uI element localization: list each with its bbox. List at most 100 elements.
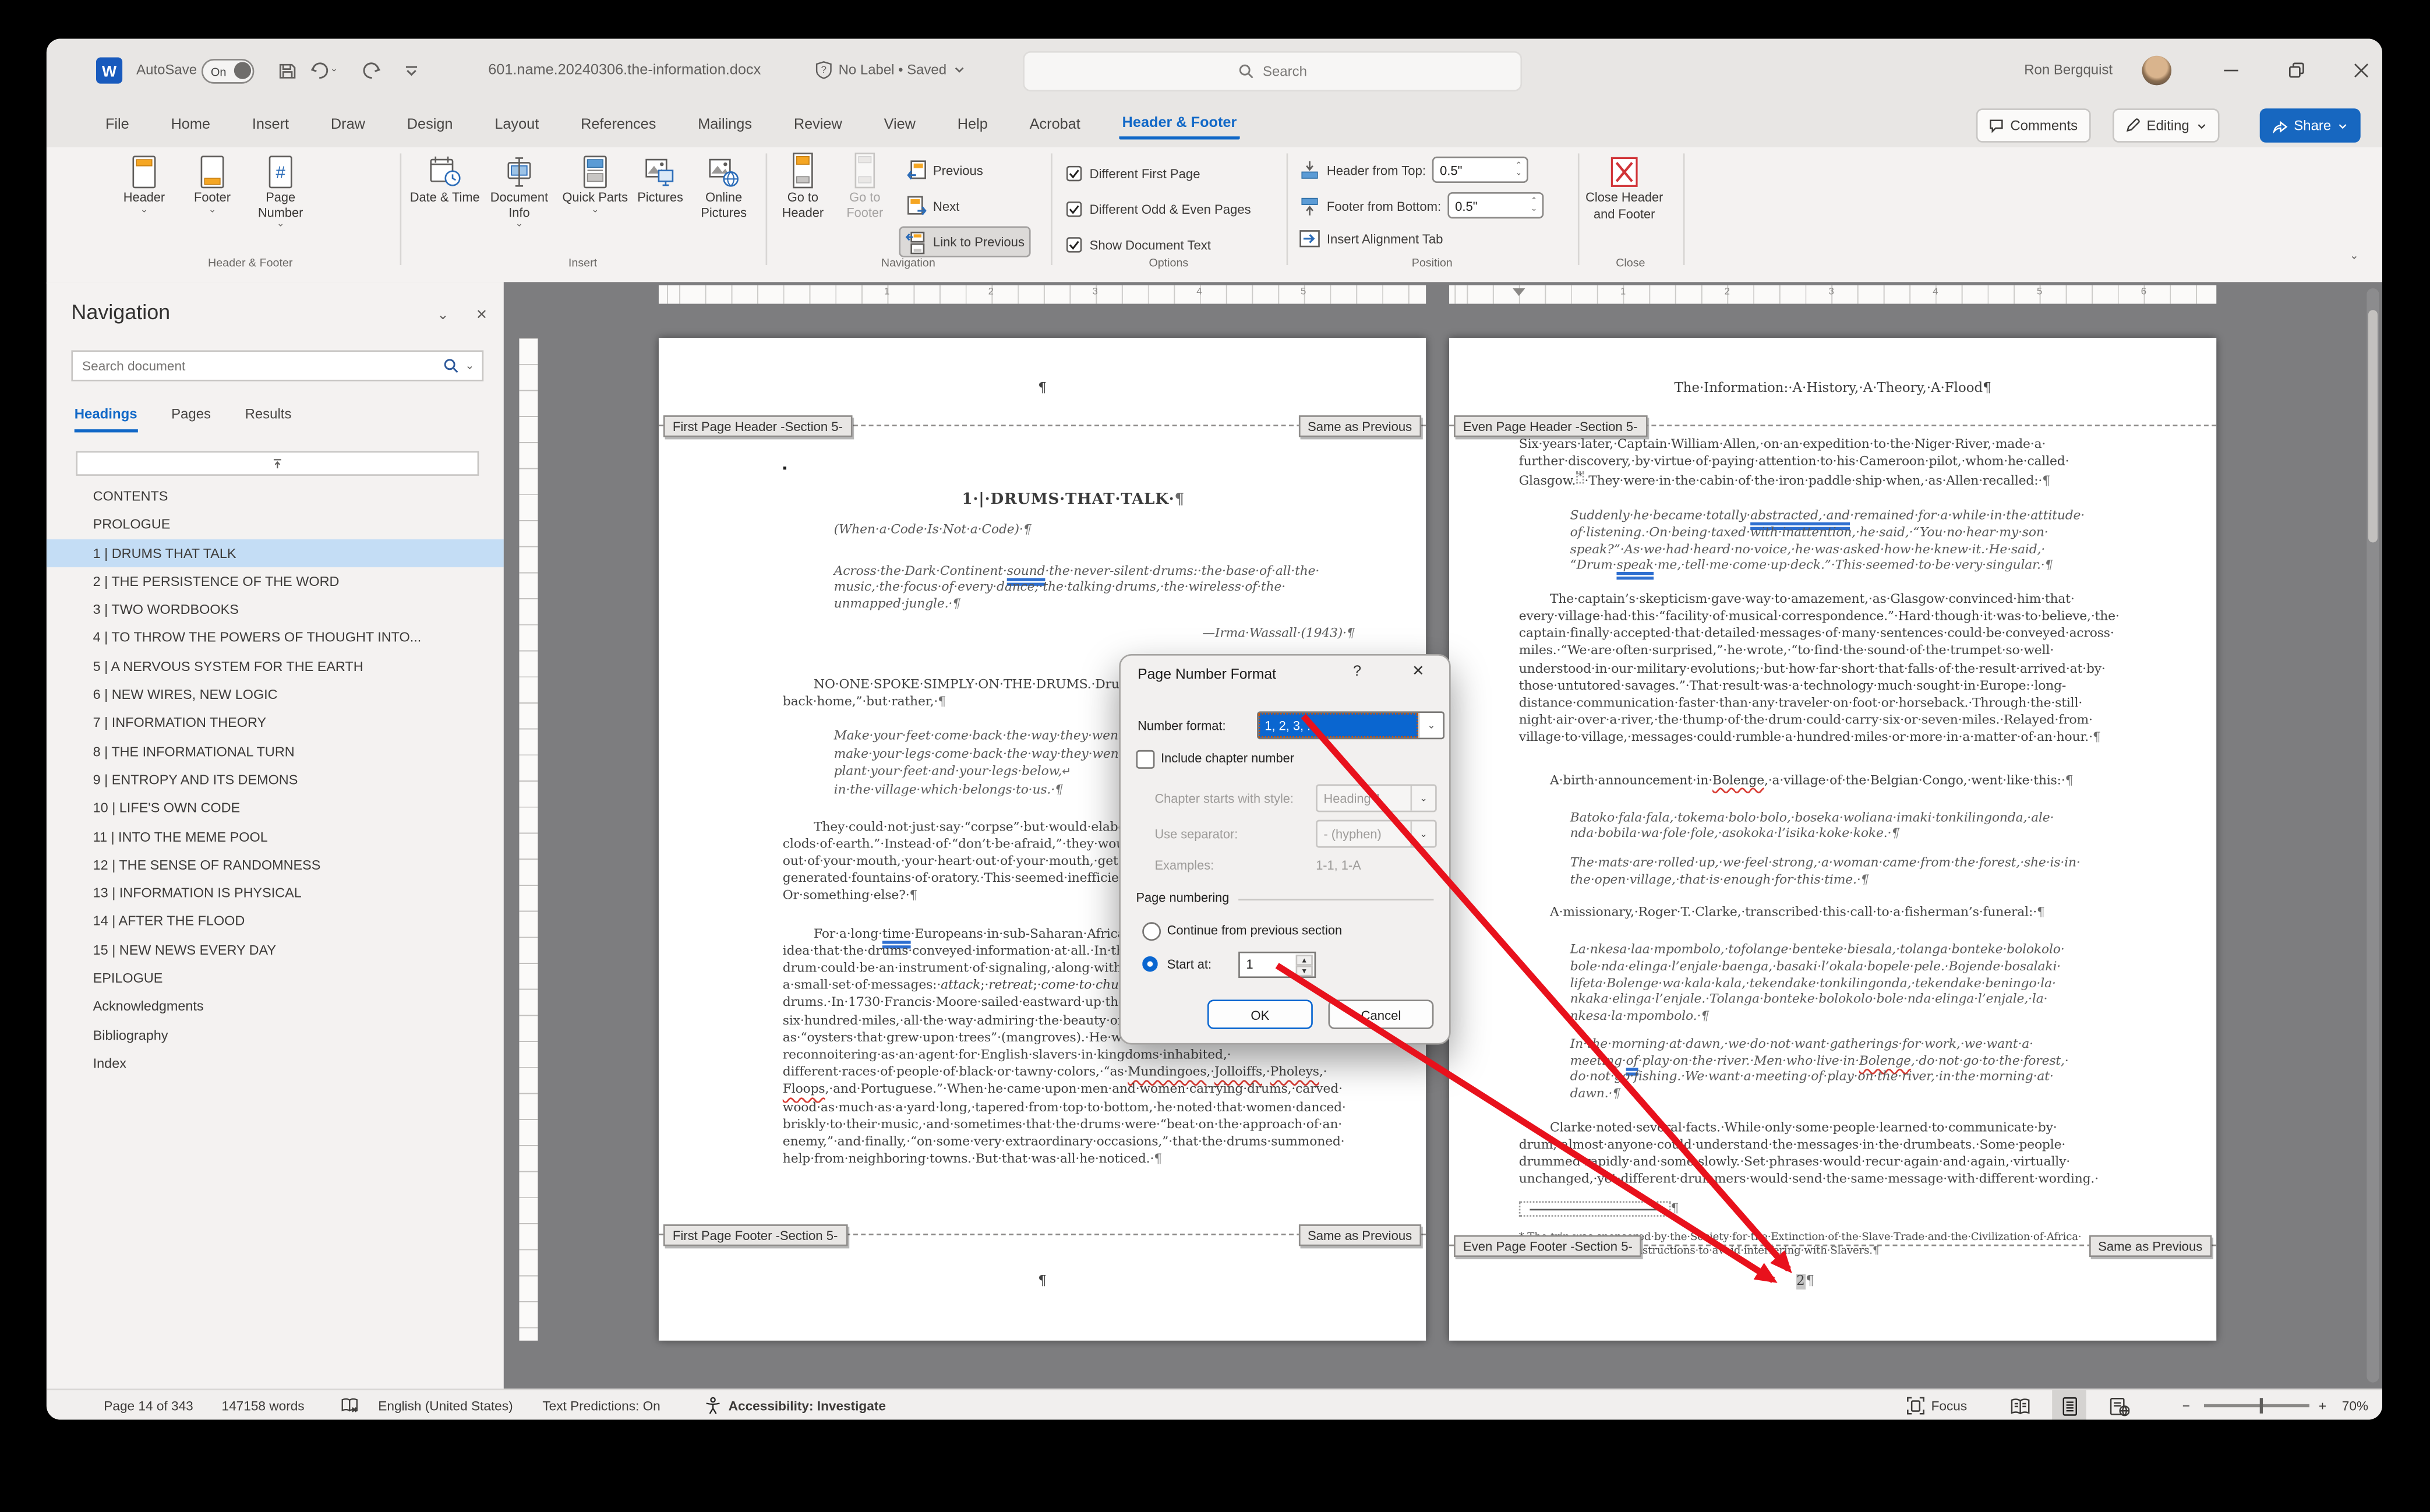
heading-item[interactable]: 7 | INFORMATION THEORY — [47, 709, 504, 737]
page-right[interactable]: The·Information:·A·History,·A·Theory,·A·… — [1449, 338, 2217, 1341]
ribbon-tab[interactable]: Layout — [492, 111, 542, 137]
focus-button[interactable]: Focus — [1906, 1390, 1967, 1420]
proofing-icon[interactable] — [341, 1390, 359, 1420]
ribbon-tab[interactable]: Review — [791, 111, 846, 137]
heading-item[interactable]: 13 | INFORMATION IS PHYSICAL — [47, 879, 504, 907]
option-checkbox[interactable]: Different First Page — [1066, 155, 1251, 190]
ribbon-tab[interactable]: Help — [954, 111, 991, 137]
heading-item[interactable]: 8 | THE INFORMATIONAL TURN — [47, 737, 504, 766]
navigation-search-input[interactable]: Search document ⌄ — [71, 350, 484, 381]
jump-to-top-button[interactable] — [76, 451, 479, 476]
avatar[interactable] — [2142, 55, 2172, 86]
cancel-button[interactable]: Cancel — [1328, 999, 1434, 1029]
dialog-close-button[interactable]: ✕ — [1412, 663, 1424, 680]
ribbon-tab[interactable]: References — [578, 111, 659, 137]
page-number-button[interactable]: # Page Number ⌄ — [245, 152, 316, 229]
autosave-toggle[interactable]: On — [201, 59, 255, 84]
heading-item[interactable]: 11 | INTO THE MEME POOL — [47, 822, 504, 851]
indent-marker[interactable] — [1513, 288, 1525, 296]
link-to-previous-button[interactable]: Link to Previous — [899, 226, 1031, 257]
search-input[interactable]: Search — [1023, 51, 1523, 91]
heading-item[interactable]: CONTENTS — [47, 482, 504, 511]
read-mode-button[interactable] — [2002, 1390, 2037, 1420]
header-from-top-input[interactable]: 0.5" ⌃ ⌄ — [1432, 156, 1528, 183]
online-pictures-button[interactable]: Online Pictures — [691, 152, 757, 220]
heading-item[interactable]: Index — [47, 1049, 504, 1078]
ribbon-tab[interactable]: Home — [168, 111, 213, 137]
user-name[interactable]: Ron Bergquist — [2024, 39, 2113, 101]
collapse-ribbon-chevron-icon[interactable]: ⌄ — [2350, 249, 2359, 262]
heading-item[interactable]: 4 | TO THROW THE POWERS OF THOUGHT INTO.… — [47, 624, 504, 652]
share-button[interactable]: Share — [2259, 108, 2361, 143]
heading-item[interactable]: 14 | AFTER THE FLOOD — [47, 907, 504, 936]
heading-item[interactable]: 9 | ENTROPY AND ITS DEMONS — [47, 765, 504, 794]
include-chapter-checkbox[interactable] — [1136, 750, 1155, 769]
comments-button[interactable]: Comments — [1976, 108, 2090, 143]
dialog-help-button[interactable]: ? — [1353, 663, 1361, 680]
document-filename[interactable]: 601.name.20240306.the-information.docx — [488, 39, 761, 101]
navigation-pane-tab[interactable]: Results — [245, 406, 292, 432]
close-window-button[interactable] — [2340, 52, 2380, 87]
redo-button[interactable] — [356, 56, 384, 84]
start-at-radio[interactable] — [1142, 956, 1158, 972]
heading-item[interactable]: Acknowledgments — [47, 992, 504, 1021]
ribbon-tab[interactable]: Acrobat — [1026, 111, 1083, 137]
zoom-slider[interactable] — [2203, 1390, 2309, 1420]
ribbon-tab[interactable]: View — [881, 111, 919, 137]
print-layout-button[interactable] — [2052, 1390, 2086, 1420]
language-indicator[interactable]: English (United States) — [378, 1390, 513, 1420]
undo-button[interactable]: ⌄ — [310, 56, 338, 84]
previous-button[interactable]: Previous — [902, 157, 988, 185]
zoom-out-button[interactable]: − — [2182, 1390, 2190, 1420]
heading-item[interactable]: 6 | NEW WIRES, NEW LOGIC — [47, 680, 504, 709]
heading-item[interactable]: 1 | DRUMS THAT TALK — [46, 538, 504, 567]
zoom-in-button[interactable]: + — [2319, 1390, 2326, 1420]
pictures-button[interactable]: Pictures — [629, 152, 691, 206]
accessibility-icon[interactable]: Accessibility: Investigate — [704, 1390, 886, 1420]
pane-options-chevron-icon[interactable]: ⌄ — [437, 307, 448, 324]
quick-parts-button[interactable]: Quick Parts ⌄ — [561, 152, 629, 215]
customize-qat-chevron-icon[interactable] — [397, 56, 425, 84]
number-format-dropdown[interactable]: 1, 2, 3, ... ⌄ — [1257, 711, 1445, 740]
footer-from-bottom-input[interactable]: 0.5" ⌃ ⌄ — [1447, 192, 1544, 219]
text-predictions[interactable]: Text Predictions: On — [542, 1390, 660, 1420]
ribbon-tab[interactable]: Design — [404, 111, 455, 137]
ribbon-tab[interactable]: Draw — [328, 111, 369, 137]
restore-button[interactable] — [2275, 52, 2315, 87]
heading-item[interactable]: 15 | NEW NEWS EVERY DAY — [47, 936, 504, 965]
document-info-button[interactable]: Document Info ⌄ — [481, 152, 558, 229]
date-time-button[interactable]: Date & Time — [409, 152, 481, 206]
heading-item[interactable]: 10 | LIFE'S OWN CODE — [47, 794, 504, 822]
heading-item[interactable]: 12 | THE SENSE OF RANDOMNESS — [47, 851, 504, 879]
ribbon-tab[interactable]: Insert — [249, 111, 292, 137]
pane-close-icon[interactable]: ✕ — [476, 307, 488, 324]
document-status[interactable]: ? No Label • Saved — [815, 39, 965, 101]
navigation-pane-tab[interactable]: Pages — [171, 406, 211, 432]
heading-item[interactable]: 3 | TWO WORDBOOKS — [47, 595, 504, 624]
web-layout-button[interactable] — [2101, 1390, 2136, 1420]
header-button[interactable]: Header ⌄ — [108, 152, 179, 215]
page-indicator[interactable]: Page 14 of 343 — [104, 1390, 193, 1420]
heading-item[interactable]: 2 | THE PERSISTENCE OF THE WORD — [47, 567, 504, 596]
heading-item[interactable]: Bibliography — [47, 1021, 504, 1050]
option-checkbox[interactable]: Different Odd & Even Pages — [1066, 190, 1251, 226]
page-number-paragraph[interactable]: 2¶ — [1449, 1274, 2188, 1290]
close-header-footer-button[interactable]: Close Header and Footer — [1584, 152, 1665, 222]
save-icon[interactable] — [273, 56, 301, 84]
insert-alignment-tab-button[interactable]: Insert Alignment Tab — [1299, 228, 1443, 249]
zoom-level[interactable]: 70% — [2342, 1390, 2368, 1420]
go-to-header-button[interactable]: Go to Header — [772, 152, 833, 220]
vertical-scrollbar[interactable] — [2367, 288, 2379, 1383]
ok-button[interactable]: OK — [1207, 999, 1313, 1029]
word-count[interactable]: 147158 words — [222, 1390, 305, 1420]
continue-radio[interactable] — [1142, 922, 1161, 941]
scrollbar-thumb[interactable] — [2368, 310, 2378, 543]
heading-item[interactable]: 5 | A NERVOUS SYSTEM FOR THE EARTH — [47, 652, 504, 681]
minimize-button[interactable] — [2210, 52, 2251, 87]
ribbon-tab[interactable]: Header & Footer — [1119, 109, 1240, 139]
navigation-pane-tab[interactable]: Headings — [74, 406, 137, 433]
footer-button[interactable]: Footer ⌄ — [176, 152, 248, 215]
ribbon-tab[interactable]: Mailings — [695, 111, 755, 137]
start-at-input[interactable]: 1 ▲ ▼ — [1238, 951, 1316, 978]
next-button[interactable]: Next — [902, 192, 965, 220]
